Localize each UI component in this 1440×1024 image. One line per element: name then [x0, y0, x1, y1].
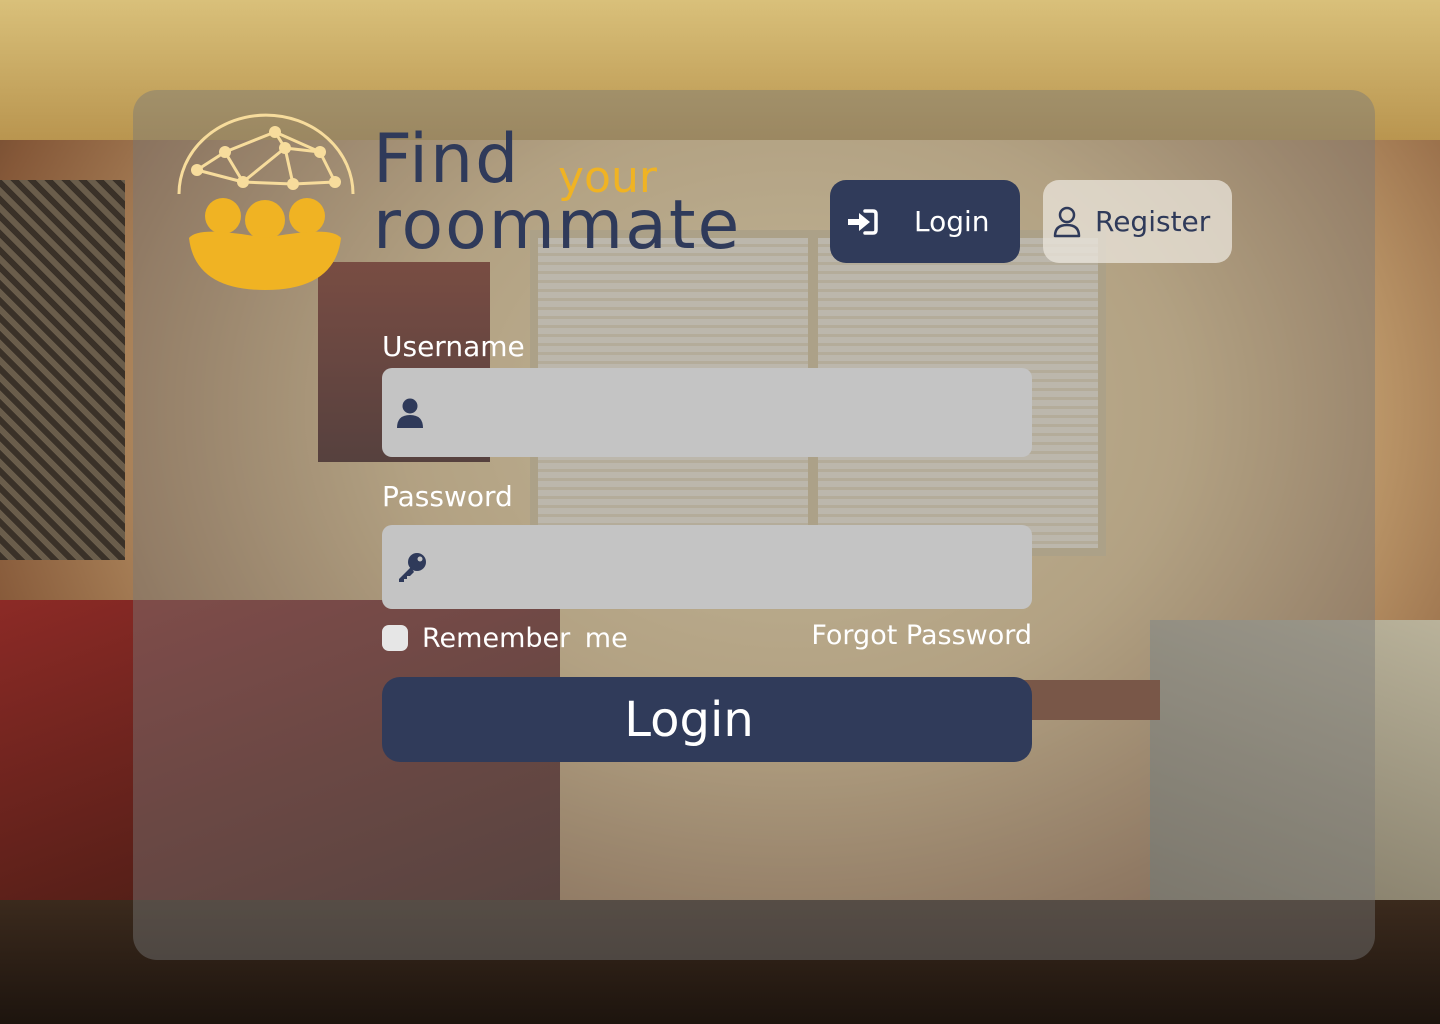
password-input[interactable] — [442, 525, 1026, 611]
forgot-password-link[interactable]: Forgot Password — [795, 620, 1032, 651]
nav-register-label: Register — [1095, 205, 1211, 238]
nav-register-button[interactable]: Register — [1043, 180, 1232, 263]
sign-in-icon — [848, 208, 878, 235]
nav-login-button[interactable]: Login — [830, 180, 1020, 263]
remember-me-label: Remember me — [422, 622, 628, 654]
nav-login-label: Login — [914, 205, 990, 238]
password-field-box — [382, 525, 1032, 611]
username-label: Username — [382, 330, 525, 363]
password-label: Password — [382, 480, 513, 513]
user-icon — [397, 398, 423, 428]
user-outline-icon — [1053, 206, 1081, 237]
brand-name-roommate: roommate — [373, 186, 742, 265]
remember-me: Remember me — [382, 622, 628, 654]
logo-icon — [177, 113, 355, 290]
brand-name-find: Find — [373, 120, 521, 199]
login-submit-button[interactable]: Login — [382, 677, 1032, 762]
key-icon — [399, 553, 426, 582]
remember-me-checkbox[interactable] — [382, 625, 408, 651]
username-input[interactable] — [442, 368, 1026, 459]
username-field-box — [382, 368, 1032, 459]
